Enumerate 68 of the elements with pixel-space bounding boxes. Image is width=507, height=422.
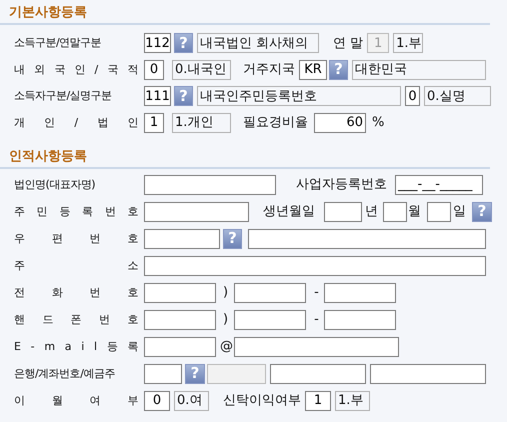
row-label: 핸 드 폰 번 호 xyxy=(14,312,138,326)
field-label: - xyxy=(314,313,319,326)
row-label: 전 화 번 호 xyxy=(14,286,138,300)
readonly-field: 1.부 xyxy=(393,33,424,53)
input-field[interactable] xyxy=(248,228,486,248)
input-field[interactable] xyxy=(144,256,486,276)
readonly-field: 1.부 xyxy=(335,390,370,410)
input-field[interactable] xyxy=(383,202,407,222)
row-label: 소득구분/연말구분 xyxy=(14,36,102,50)
input-field[interactable] xyxy=(144,336,216,356)
readonly-field: 내국법인 회사채의 xyxy=(197,33,319,53)
field-label: ) xyxy=(223,313,228,326)
input-field[interactable]: 60 xyxy=(314,112,366,132)
readonly-field: 0.여 xyxy=(174,390,209,410)
row-label: 은행/계좌번호/예금주 xyxy=(14,366,116,380)
input-field[interactable] xyxy=(234,282,306,302)
code-field[interactable]: 112 xyxy=(144,33,171,53)
input-field[interactable] xyxy=(234,336,399,356)
input-field[interactable] xyxy=(144,310,216,330)
readonly-field: 1.개인 xyxy=(172,112,231,132)
row-label: 내 외 국 인 / 국 적 xyxy=(14,62,138,76)
code-field[interactable]: 0 xyxy=(144,60,164,80)
row-label: 주 민 등 록 번 호 xyxy=(14,204,138,218)
row-label: E - m a i l 등 록 xyxy=(14,340,138,354)
field-label: 생년월일 xyxy=(263,205,315,218)
input-field[interactable] xyxy=(234,310,306,330)
readonly-field: 0.내국인 xyxy=(172,60,231,80)
row-label: 법인명(대표자명) xyxy=(14,178,96,192)
code-field[interactable]: 1 xyxy=(305,390,331,410)
input-field[interactable] xyxy=(427,202,451,222)
input-field[interactable]: ___-__-_____ xyxy=(395,174,483,194)
field-label: 거주지국 xyxy=(243,63,295,76)
input-field[interactable] xyxy=(324,310,396,330)
row-label: 우 편 번 호 xyxy=(14,232,138,246)
input-field[interactable] xyxy=(144,364,182,384)
field-label: 필요경비율 xyxy=(243,116,308,129)
readonly-field: 내국인주민등록번호 xyxy=(197,86,401,106)
field-label: 일 xyxy=(453,205,466,218)
section-title: 기본사항등록 xyxy=(9,5,88,20)
input-field[interactable] xyxy=(324,282,396,302)
field-label: 연 말 xyxy=(333,36,364,50)
readonly-field: 0.실명 xyxy=(424,86,491,106)
field-label: % xyxy=(372,116,384,129)
field-label: 월 xyxy=(408,205,421,218)
code-field[interactable]: 111 xyxy=(144,86,171,106)
input-field[interactable] xyxy=(144,282,216,302)
code-field[interactable]: KR xyxy=(299,60,327,80)
input-field[interactable] xyxy=(144,174,276,194)
input-field[interactable] xyxy=(370,364,486,384)
field-label: 년 xyxy=(365,205,378,218)
code-field[interactable]: 0 xyxy=(405,86,420,106)
field-label: ) xyxy=(223,286,228,299)
code-field[interactable]: 0 xyxy=(144,390,170,410)
input-field[interactable] xyxy=(144,228,220,248)
field-label: 신탁이익여부 xyxy=(223,394,301,407)
input-field[interactable] xyxy=(144,202,249,222)
input-field[interactable] xyxy=(270,364,366,384)
row-label: 소득자구분/실명구분 xyxy=(14,89,113,103)
row-label: 주 소 xyxy=(14,258,138,272)
row-label: 개 인 / 법 인 xyxy=(14,116,138,130)
input-field[interactable] xyxy=(324,202,362,222)
readonly-field: 대한민국 xyxy=(352,60,486,80)
field-label: - xyxy=(314,286,319,299)
section-title: 인적사항등록 xyxy=(9,148,88,164)
field-label: 사업자등록번호 xyxy=(296,178,387,191)
code-field[interactable]: 1 xyxy=(144,112,164,132)
field-label: @ xyxy=(220,340,233,353)
row-label: 이 월 여 부 xyxy=(14,394,138,408)
